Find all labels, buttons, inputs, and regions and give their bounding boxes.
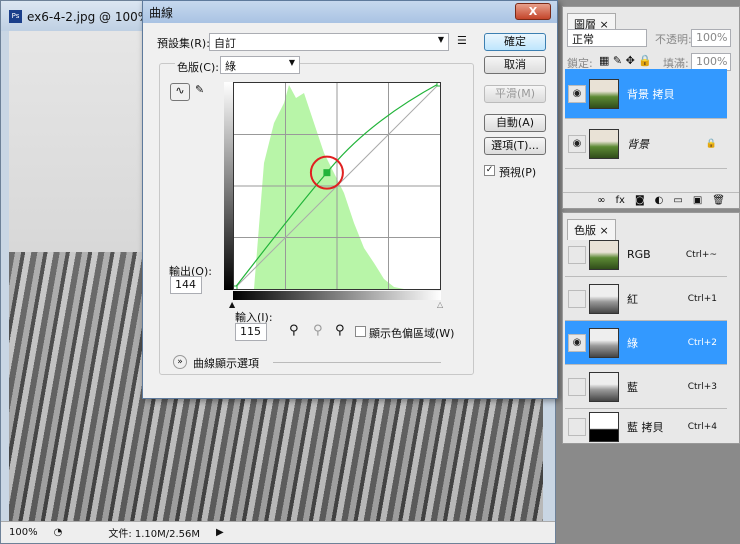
curve-graph[interactable]	[230, 79, 444, 293]
eye-icon[interactable]	[568, 418, 586, 436]
channel-row[interactable]: 藍 Ctrl+3	[565, 365, 727, 409]
lock-icons[interactable]: ▦ ✎ ✥ 🔒	[599, 54, 652, 67]
status-bar: 100% ◔ 文件: 1.10M/2.56M ▶	[1, 521, 555, 543]
expand-icon[interactable]: »	[173, 355, 187, 369]
channel-name: RGB	[627, 248, 651, 261]
link-icon[interactable]: ∞	[597, 195, 605, 206]
channel-row[interactable]: ◉ 綠 Ctrl+2	[565, 321, 727, 365]
dialog-titlebar[interactable]: 曲線 X	[143, 1, 557, 23]
channels-panel: 色版 × RGB Ctrl+~ 紅 Ctrl+1 ◉ 綠 Ctrl+2 藍 Ctrl+3 …	[562, 212, 740, 444]
group-icon[interactable]: ▭	[673, 195, 682, 206]
new-layer-icon[interactable]: ▣	[693, 195, 702, 206]
dialog-title: 曲線	[149, 5, 174, 20]
channel-row[interactable]: RGB Ctrl+~	[565, 233, 727, 277]
blend-mode-select[interactable]: 正常	[567, 29, 647, 47]
curve-point	[436, 79, 444, 87]
divider	[273, 362, 441, 363]
trash-icon[interactable]: 🗑	[712, 195, 725, 206]
eye-icon[interactable]: ◉	[568, 134, 586, 153]
preview-checkbox[interactable]: ✓	[484, 165, 495, 176]
curve-point	[230, 285, 238, 293]
input-gradient	[233, 291, 441, 300]
photoshop-icon: Ps	[9, 9, 22, 23]
channel-shortcut: Ctrl+~	[685, 249, 717, 260]
adjustment-icon[interactable]: ◐	[655, 195, 664, 206]
layer-name: 背景 拷貝	[627, 87, 675, 101]
mask-icon[interactable]: ◙	[635, 195, 645, 206]
layer-thumbnail	[589, 128, 619, 159]
layer-name: 背景	[627, 137, 649, 151]
channel-name: 紅	[627, 292, 638, 306]
channel-row[interactable]: 藍 拷貝 Ctrl+4	[565, 409, 727, 445]
channel-name: 藍 拷貝	[627, 421, 664, 434]
eye-icon[interactable]	[568, 289, 586, 308]
channel-label: 色版(C):	[175, 59, 221, 75]
channel-thumbnail	[589, 327, 619, 358]
smooth-button[interactable]: 平滑(M)	[484, 85, 546, 103]
channel-row[interactable]: 紅 Ctrl+1	[565, 277, 727, 321]
preset-select[interactable]: 自訂 ▼	[209, 33, 449, 51]
curve-tool-icon[interactable]: ∿	[170, 83, 190, 101]
output-field[interactable]: 144	[170, 276, 202, 294]
eye-icon[interactable]: ◉	[568, 333, 586, 352]
channel-select[interactable]: 綠 ▼	[220, 56, 300, 74]
channel-name: 藍	[627, 380, 638, 394]
gray-eyedropper-icon[interactable]: ⚲	[313, 323, 323, 338]
layers-footer: ∞ fx ◙ ◐ ▭ ▣ 🗑	[563, 192, 739, 208]
opacity-label: 不透明:	[655, 33, 692, 46]
curve-point	[323, 169, 331, 177]
show-clipping-label: 顯示色偏區域(W)	[369, 327, 455, 340]
black-eyedropper-icon[interactable]: ⚲	[289, 323, 299, 338]
auto-button[interactable]: 自動(A)	[484, 114, 546, 132]
channel-thumbnail	[589, 239, 619, 270]
curve-options-label[interactable]: 曲線顯示選項	[193, 355, 259, 371]
cancel-button[interactable]: 取消	[484, 56, 546, 74]
channel-shortcut: Ctrl+3	[687, 381, 717, 392]
channel-thumbnail	[589, 412, 619, 442]
layers-panel: 圖層 × 正常 不透明: 100% 鎖定: ▦ ✎ ✥ 🔒 填滿: 100% ◉…	[562, 6, 740, 209]
show-clipping-checkbox[interactable]	[355, 326, 366, 337]
eye-icon[interactable]	[568, 245, 586, 264]
layer-row[interactable]: ◉ 背景 拷貝	[565, 69, 727, 119]
curve-svg	[230, 79, 444, 293]
output-gradient	[224, 82, 233, 290]
white-point-slider[interactable]: △	[437, 300, 443, 309]
status-icon[interactable]: ◔	[46, 527, 71, 538]
channel-shortcut: Ctrl+4	[687, 422, 717, 432]
input-field[interactable]: 115	[235, 323, 267, 341]
opacity-field[interactable]: 100%	[691, 29, 731, 47]
eye-icon[interactable]	[568, 377, 586, 396]
channel-shortcut: Ctrl+1	[687, 293, 717, 304]
preset-menu-icon[interactable]: ☰	[457, 34, 467, 47]
channel-shortcut: Ctrl+2	[687, 337, 717, 348]
channel-thumbnail	[589, 283, 619, 314]
preset-value: 自訂	[214, 37, 236, 50]
status-menu-arrow[interactable]: ▶	[208, 527, 232, 538]
chevron-down-icon: ▼	[437, 35, 444, 44]
pencil-tool-icon[interactable]: ✎	[195, 83, 204, 96]
preview-label: 預視(P)	[499, 166, 537, 179]
channel-thumbnail	[589, 371, 619, 402]
black-point-slider[interactable]: ▲	[229, 300, 235, 309]
options-button[interactable]: 選項(T)...	[484, 137, 546, 155]
chevron-down-icon: ▼	[288, 58, 295, 67]
ok-button[interactable]: 確定	[484, 33, 546, 51]
preset-label: 預設集(R):	[157, 37, 210, 50]
close-button[interactable]: X	[515, 3, 551, 20]
white-eyedropper-icon[interactable]: ⚲	[335, 323, 345, 338]
file-info: 文件: 1.10M/2.56M	[108, 529, 201, 540]
channel-value: 綠	[225, 60, 236, 73]
channel-name: 綠	[627, 336, 638, 350]
layer-row[interactable]: ◉ 背景 🔒	[565, 119, 727, 169]
lock-icon: 🔒	[705, 138, 717, 149]
zoom-level[interactable]: 100%	[1, 527, 46, 538]
eye-icon[interactable]: ◉	[568, 84, 586, 103]
fx-icon[interactable]: fx	[616, 195, 625, 206]
layer-thumbnail	[589, 78, 619, 109]
